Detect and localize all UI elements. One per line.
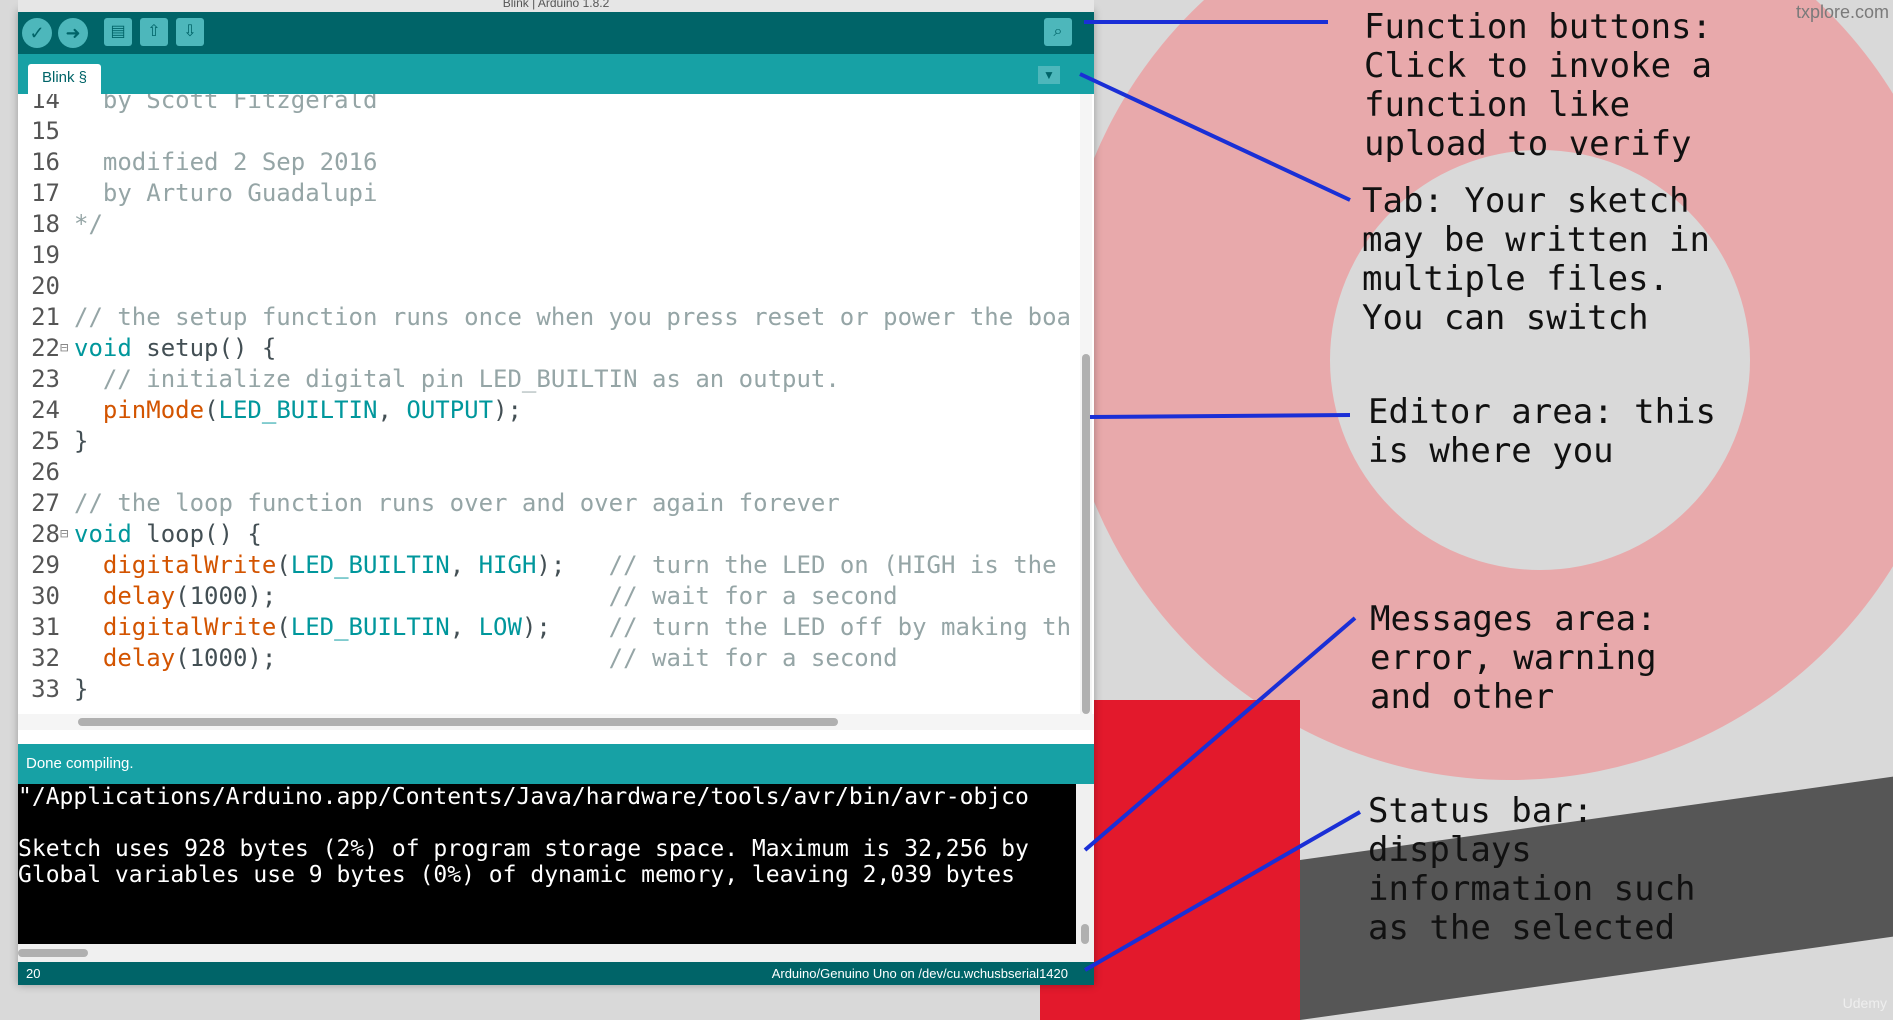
annotation-messages-area: Messages area: error, warning and other xyxy=(1370,599,1657,717)
connector-status xyxy=(1084,810,1361,972)
connector-editor xyxy=(1089,413,1351,419)
annotation-editor-area: Editor area: this is where you xyxy=(1368,392,1716,471)
annotation-tab: Tab: Your sketch may be written in multi… xyxy=(1362,181,1710,338)
annotation-function-buttons: Function buttons: Click to invoke a func… xyxy=(1364,7,1712,164)
connector-tab xyxy=(1079,72,1351,202)
annotation-status-bar: Status bar: displays information such as… xyxy=(1368,791,1696,948)
connector-messages xyxy=(1083,616,1357,852)
